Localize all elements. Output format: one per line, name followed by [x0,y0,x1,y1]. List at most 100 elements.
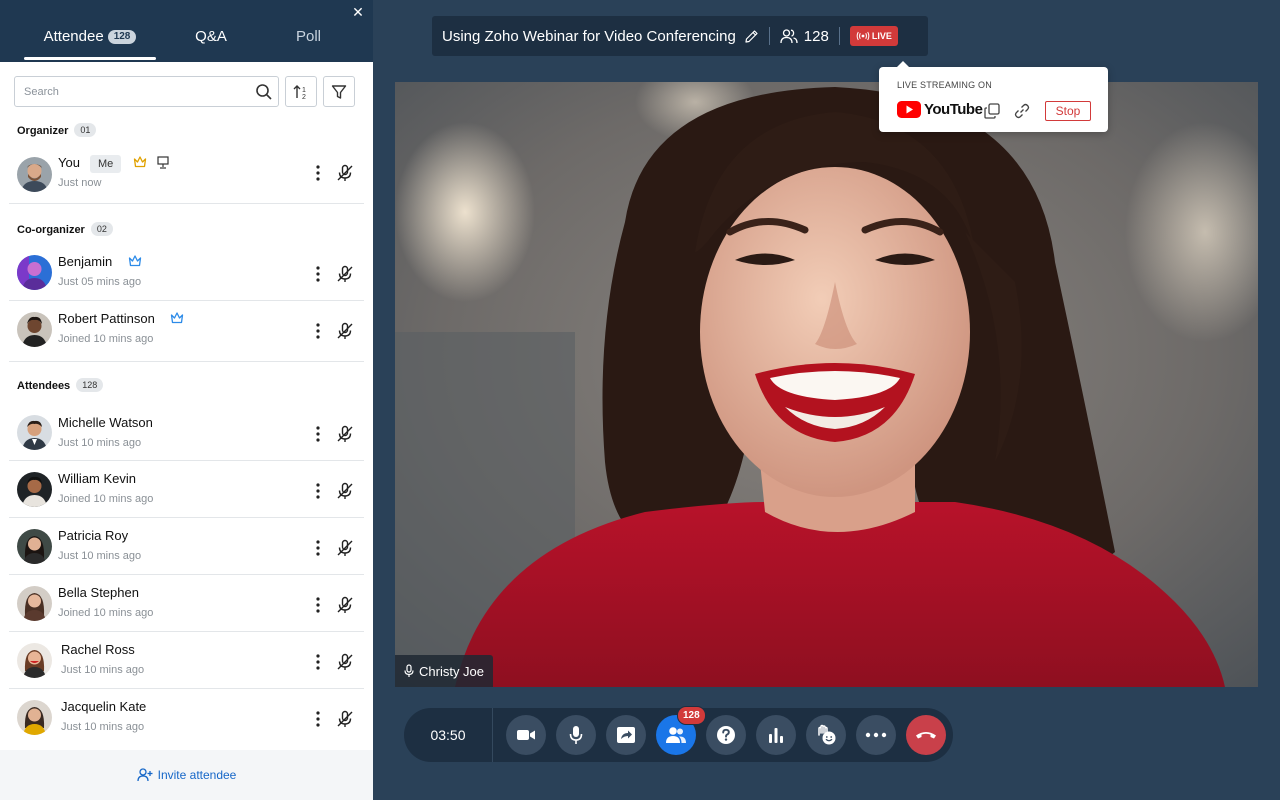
invite-attendee-button[interactable]: Invite attendee [0,750,373,800]
avatar [17,157,52,192]
mic-off-icon[interactable] [336,710,354,728]
person-status: Joined 10 mins ago [58,333,154,345]
section-coorganizer: Co-organizer 02 [17,222,113,236]
more-options-icon[interactable] [312,265,324,283]
svg-text:1: 1 [302,87,306,94]
person-name: Michelle Watson [58,415,153,430]
person-status: Just 10 mins ago [58,437,142,449]
list-item-coorganizer: Benjamin Just 05 mins ago [9,245,364,301]
end-call-icon [916,732,936,739]
end-call-button[interactable] [906,715,946,755]
list-item-attendee: Rachel Ross Just 10 mins ago [9,633,364,689]
divider [9,300,364,301]
youtube-icon [897,101,921,118]
section-label: Attendees [17,380,71,392]
panel-tabs: Attendee 128 Q&A Poll [0,22,373,62]
mic-off-icon[interactable] [336,164,354,182]
person-status: Just 05 mins ago [58,276,142,288]
tab-label: Attendee [43,28,104,45]
platform-name: YouTube [924,101,983,118]
more-options-icon[interactable] [312,322,324,340]
section-label: Organizer [17,125,69,137]
crown-icon [171,312,184,324]
more-options-icon[interactable] [312,482,324,500]
list-item-coorganizer: Robert Pattinson Joined 10 mins ago [9,302,364,362]
participants-button[interactable]: 128 [656,706,706,755]
search-icon[interactable] [255,83,273,101]
divider [9,203,364,204]
more-options-icon[interactable] [312,596,324,614]
person-name-text: Benjamin [58,254,113,269]
avatar [17,529,52,564]
avatar [17,415,52,450]
person-status: Joined 10 mins ago [58,607,154,619]
poll-icon [769,728,783,743]
speaker-video-image [395,82,1258,687]
poll-button[interactable] [756,715,796,755]
webinar-title-bar: Using Zoho Webinar for Video Conferencin… [432,16,928,56]
copy-icon[interactable] [983,102,1001,120]
tab-qa[interactable]: Q&A [156,22,266,62]
close-icon[interactable]: ✕ [349,3,367,21]
sort-button[interactable]: 12 [285,76,317,107]
raise-hand-button[interactable] [806,715,846,755]
more-options-icon[interactable] [312,425,324,443]
mic-off-icon[interactable] [336,425,354,443]
person-status: Just now [58,177,102,189]
avatar [17,312,52,347]
filter-button[interactable] [323,76,355,107]
live-label: LIVE [871,31,892,41]
list-item-attendee: William Kevin Joined 10 mins ago [9,462,364,518]
more-options-icon[interactable] [312,653,324,671]
share-screen-button[interactable] [606,715,646,755]
person-name-text: Robert Pattinson [58,311,155,326]
popover-heading: LIVE STREAMING ON [897,80,992,90]
video-camera-icon [517,730,535,740]
person-name: Patricia Roy [58,528,129,543]
mic-off-icon[interactable] [336,482,354,500]
more-options-icon[interactable] [312,164,324,182]
broadcast-icon [856,31,870,41]
microphone-icon [569,726,583,744]
list-item-attendee: Michelle Watson Just 10 mins ago [9,405,364,461]
live-badge[interactable]: LIVE [849,26,898,46]
participants-icon [666,727,686,743]
person-name: Rachel Ross [61,642,135,657]
more-options-button[interactable] [856,715,896,755]
raise-hand-icon [818,724,836,745]
microphone-button[interactable] [556,715,596,755]
link-icon[interactable] [1013,102,1031,120]
crown-icon [133,156,146,168]
person-status: Just 10 mins ago [61,721,145,733]
filter-icon [331,84,347,99]
avatar [17,643,52,678]
share-screen-icon [617,727,635,743]
divider [9,688,364,689]
edit-icon[interactable] [744,29,759,44]
stop-streaming-button[interactable]: Stop [1045,101,1091,121]
mic-off-icon[interactable] [336,596,354,614]
mic-off-icon[interactable] [336,265,354,283]
avatar [17,472,52,507]
tab-poll[interactable]: Poll [266,22,351,62]
more-options-icon[interactable] [312,539,324,557]
camera-button[interactable] [506,715,546,755]
participants-panel: ✕ Attendee128 Q&A Poll 12 Organizer01 Yo… [0,0,373,800]
divider [9,517,364,518]
mic-off-icon[interactable] [336,653,354,671]
avatar [17,700,52,735]
list-item-attendee: Jacquelin Kate Just 10 mins ago [9,690,364,746]
tab-attendee[interactable]: Attendee 128 [24,22,156,62]
me-badge: Me [89,155,122,173]
section-count: 01 [74,123,97,137]
avatar [17,255,52,290]
youtube-logo[interactable]: YouTube [897,101,983,118]
person-name: Robert Pattinson [58,311,184,326]
mic-off-icon[interactable] [336,539,354,557]
section-organizer: Organizer 01 [17,123,97,137]
mic-off-icon[interactable] [336,322,354,340]
qa-button[interactable] [706,715,746,755]
main-video: Christy Joe [395,82,1258,687]
more-options-icon[interactable] [312,710,324,728]
search-input[interactable] [15,77,278,106]
